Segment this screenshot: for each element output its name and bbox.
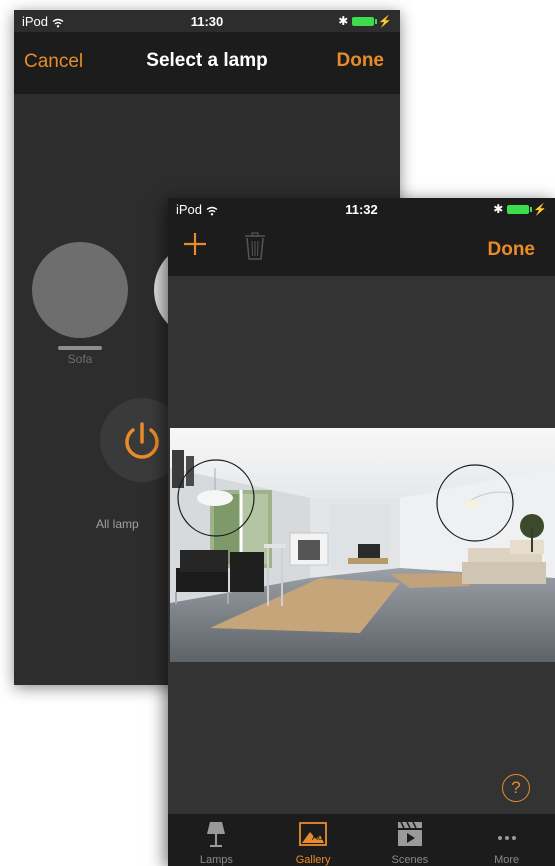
- all-lamps-label: All lamp: [96, 517, 139, 531]
- done-button[interactable]: Done: [488, 239, 536, 261]
- battery-icon: [507, 204, 533, 214]
- status-bar: iPod 11:30 ✱ ⚡: [14, 10, 400, 32]
- svg-text:Ad: Ad: [312, 832, 323, 842]
- battery-icon: [352, 16, 378, 26]
- tab-label: Scenes: [391, 854, 429, 866]
- gallery-icon: Ad: [299, 822, 328, 846]
- more-icon: [497, 836, 516, 840]
- navigation-bar: Cancel Select a lamp Done: [14, 32, 400, 94]
- tab-gallery[interactable]: Ad Gallery: [265, 814, 362, 866]
- brightness-bar: [58, 346, 102, 350]
- tab-bar: Lamps Ad Gallery Scenes More: [168, 814, 555, 866]
- charging-icon: ⚡: [533, 203, 547, 216]
- tab-label: Lamps: [199, 854, 233, 866]
- status-bar: iPod 11:32 ✱ ⚡: [168, 198, 555, 220]
- tab-label: More: [494, 854, 520, 866]
- status-right: ✱ ⚡: [493, 202, 547, 216]
- lamp-icon: [207, 822, 226, 847]
- bluetooth-icon: ✱: [493, 202, 504, 216]
- status-right: ✱ ⚡: [338, 14, 392, 28]
- add-icon[interactable]: [180, 229, 210, 259]
- bluetooth-icon: ✱: [338, 14, 349, 28]
- lamp-name-label: Sofa: [67, 352, 93, 366]
- room-photo[interactable]: [170, 428, 555, 662]
- scenes-icon: [397, 821, 422, 846]
- lamp-tile-sofa[interactable]: Sofa: [32, 242, 128, 366]
- gallery-screen: iPod 11:32 ✱ ⚡ Done ? Lamps Ad Gallery S…: [168, 198, 555, 866]
- navigation-bar: Done: [168, 220, 555, 276]
- done-button[interactable]: Done: [337, 50, 385, 72]
- lamp-color-circle[interactable]: [32, 242, 128, 338]
- tab-label: Gallery: [295, 854, 331, 866]
- tab-scenes[interactable]: Scenes: [362, 814, 459, 866]
- charging-icon: ⚡: [378, 15, 392, 28]
- trash-icon[interactable]: [244, 232, 266, 260]
- tab-more[interactable]: More: [458, 814, 555, 866]
- tab-lamps[interactable]: Lamps: [168, 814, 265, 866]
- help-button[interactable]: ?: [502, 774, 530, 802]
